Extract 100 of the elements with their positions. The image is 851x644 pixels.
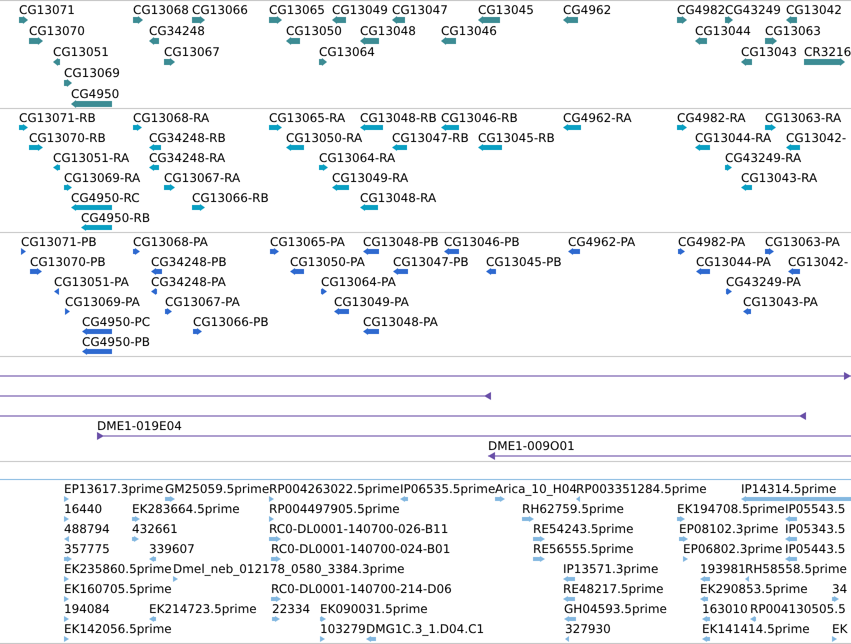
feature-label[interactable]: EK142056.5prime [64, 622, 172, 636]
clone-line[interactable] [0, 392, 491, 400]
feature-label[interactable]: CG13042- [788, 255, 848, 269]
feature-label[interactable]: CG34248 [149, 24, 205, 38]
feature-label[interactable]: CG13044-RA [695, 131, 772, 145]
feature-arrow[interactable] [321, 288, 327, 295]
feature-arrow[interactable] [743, 308, 751, 315]
feature-arrow[interactable] [563, 576, 575, 582]
feature-arrow[interactable] [53, 58, 60, 66]
feature-label[interactable]: CG13063-RA [765, 111, 842, 125]
feature-label[interactable]: CG13051-PA [54, 275, 129, 289]
feature-label[interactable]: 103279 [320, 622, 366, 636]
feature-arrow[interactable] [563, 596, 575, 602]
feature-label[interactable]: EP06802.3prime [683, 542, 782, 556]
feature-label[interactable]: EK194708.5prime [677, 502, 785, 516]
feature-label[interactable]: 163010 [702, 602, 748, 616]
feature-label[interactable]: CG34248-RA [149, 151, 226, 165]
feature-arrow[interactable] [332, 184, 349, 191]
feature-arrow[interactable] [286, 144, 304, 151]
feature-label[interactable]: RC0-DL0001-140700-024-B01 [271, 542, 450, 556]
feature-arrow[interactable] [565, 636, 569, 642]
feature-label[interactable]: CG13065-PA [270, 235, 345, 249]
feature-arrow[interactable] [192, 16, 205, 24]
feature-label[interactable]: EK141414.5prime [702, 622, 810, 636]
feature-label[interactable]: CR3216 [804, 45, 851, 59]
feature-arrow[interactable] [290, 268, 304, 275]
feature-label[interactable]: CG13069 [64, 66, 120, 80]
feature-arrow[interactable] [192, 204, 205, 211]
feature-label[interactable]: RC0-DL0001-140700-214-D06 [271, 582, 452, 596]
feature-arrow[interactable] [149, 556, 156, 562]
feature-label[interactable]: IP05343.5 [785, 522, 846, 536]
feature-label[interactable]: CG13048-PA [363, 315, 438, 329]
feature-label[interactable]: CG13051-RA [53, 151, 130, 165]
feature-label[interactable]: IP14314.5prime [741, 482, 836, 496]
feature-arrow[interactable] [149, 37, 159, 45]
feature-label[interactable]: EP08102.3prime [679, 522, 778, 536]
feature-label[interactable]: CG13047-PB [393, 255, 469, 269]
feature-arrow[interactable] [320, 636, 325, 642]
feature-label[interactable]: IP05543.5 [785, 502, 846, 516]
feature-arrow[interactable] [486, 268, 496, 275]
feature-label[interactable]: 488794 [64, 522, 110, 536]
feature-label[interactable]: RE56555.5prime [533, 542, 634, 556]
feature-arrow[interactable] [149, 144, 161, 151]
feature-label[interactable]: CG13048 [360, 24, 416, 38]
feature-arrow[interactable] [786, 16, 797, 24]
feature-label[interactable]: CG13071 [19, 3, 75, 17]
feature-label[interactable]: Arica_10_H04 [495, 482, 577, 496]
feature-arrow[interactable] [804, 58, 845, 66]
feature-arrow[interactable] [64, 184, 72, 191]
feature-label[interactable]: 339607 [149, 542, 195, 556]
clone-line[interactable] [97, 432, 851, 440]
feature-label[interactable]: EK [832, 622, 848, 636]
feature-label[interactable]: RE48217.5prime [563, 582, 664, 596]
feature-label[interactable]: CG13051 [53, 45, 109, 59]
feature-arrow[interactable] [272, 616, 280, 622]
feature-label[interactable]: CG13044-PA [696, 255, 771, 269]
feature-arrow[interactable] [64, 516, 69, 522]
feature-arrow[interactable] [132, 536, 139, 542]
feature-label[interactable]: 327930 [565, 622, 611, 636]
feature-label[interactable]: CG34248-PB [151, 255, 227, 269]
feature-arrow[interactable] [165, 308, 172, 315]
feature-label[interactable]: RE54243.5prime [533, 522, 634, 536]
feature-label[interactable]: CG13048-RB [360, 111, 437, 125]
feature-arrow[interactable] [700, 576, 710, 582]
feature-arrow[interactable] [785, 516, 797, 522]
feature-arrow[interactable] [269, 536, 281, 542]
feature-label[interactable]: CG13049-RA [332, 171, 408, 185]
feature-arrow[interactable] [151, 268, 162, 275]
feature-label[interactable]: CG43249-PA [726, 275, 801, 289]
feature-arrow[interactable] [533, 556, 545, 562]
clone-label[interactable]: DME1-009O01 [488, 439, 575, 453]
feature-arrow[interactable] [19, 124, 28, 131]
feature-arrow[interactable] [271, 596, 281, 602]
feature-label[interactable]: DMG1C.3_1.D04.C1 [366, 622, 484, 636]
feature-arrow[interactable] [133, 16, 143, 24]
feature-arrow[interactable] [64, 636, 69, 642]
feature-arrow[interactable] [726, 288, 732, 295]
feature-arrow[interactable] [741, 496, 851, 502]
feature-arrow[interactable] [64, 596, 69, 602]
feature-label[interactable]: CG13067 [164, 45, 220, 59]
feature-arrow[interactable] [788, 268, 800, 275]
feature-arrow[interactable] [725, 16, 733, 24]
feature-arrow[interactable] [319, 164, 328, 171]
feature-label[interactable]: CG4982 [677, 3, 726, 17]
feature-arrow[interactable] [683, 556, 688, 562]
feature-label[interactable]: EK160705.5prime [64, 582, 172, 596]
feature-label[interactable]: CG13043-PA [743, 295, 818, 309]
feature-arrow[interactable] [400, 496, 408, 502]
feature-label[interactable]: CG13070-PB [30, 255, 106, 269]
feature-arrow[interactable] [319, 58, 327, 66]
feature-label[interactable]: CG4962 [563, 3, 612, 17]
clone-line[interactable] [0, 412, 806, 420]
feature-label[interactable]: CG13063-PA [765, 235, 840, 249]
feature-label[interactable]: CG4962-PA [568, 235, 636, 249]
feature-arrow[interactable] [193, 328, 202, 335]
feature-label[interactable]: 193981 [700, 562, 746, 576]
feature-arrow[interactable] [832, 636, 837, 642]
feature-label[interactable]: CG13042 [786, 3, 842, 17]
feature-label[interactable]: EK214723.5prime [149, 602, 257, 616]
feature-arrow[interactable] [149, 164, 159, 171]
